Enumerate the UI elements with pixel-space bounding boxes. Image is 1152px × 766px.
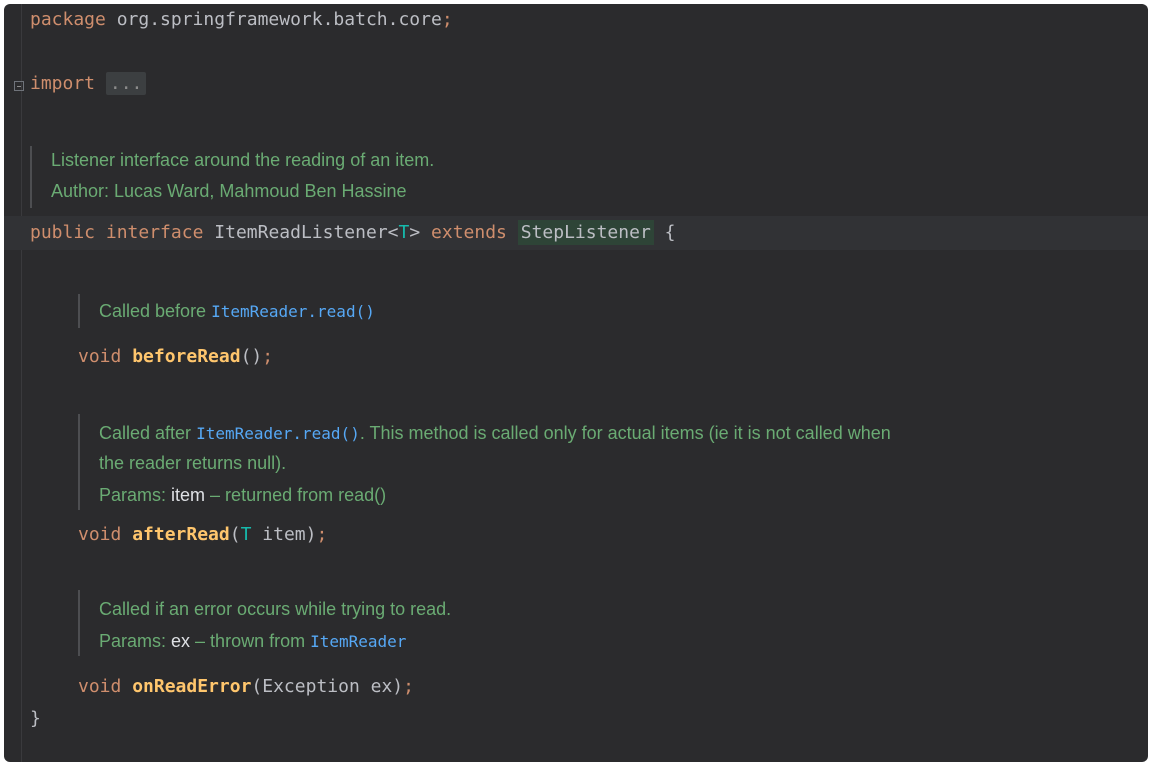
after-read-paren: ( — [229, 524, 241, 545]
interface-keyword: interface — [105, 222, 204, 243]
after-doc-link[interactable]: ItemReader.read() — [196, 424, 360, 443]
void-keyword: void — [78, 524, 122, 545]
before-read-semicolon: ; — [262, 346, 274, 367]
before-read-parens: () — [240, 346, 263, 367]
after-read-method: void afterRead(T item); — [78, 522, 327, 548]
error-params-name: ex — [171, 631, 191, 651]
before-doc-link[interactable]: ItemReader.read() — [211, 302, 375, 321]
error-params-desc: – thrown from — [190, 631, 311, 651]
before-read-name[interactable]: beforeRead — [132, 346, 240, 367]
after-params-label: Params: — [99, 485, 172, 505]
import-fold-placeholder[interactable]: ... — [105, 72, 147, 95]
import-keyword: import — [30, 73, 96, 94]
interface-name: ItemReadListener — [214, 222, 388, 243]
import-line: import ... — [30, 71, 147, 97]
super-interface-name[interactable]: StepListener — [517, 220, 654, 245]
angle-close: > — [409, 222, 421, 243]
error-params-label: Params: — [99, 631, 172, 651]
after-params-name: item — [171, 485, 206, 505]
after-read-name[interactable]: afterRead — [132, 524, 230, 545]
error-doc-link[interactable]: ItemReader — [310, 632, 406, 651]
interface-declaration: public interface ItemReadListener<T> ext… — [30, 220, 675, 246]
after-params-desc: – returned from read() — [205, 485, 387, 505]
package-name: org.springframework.batch.core — [105, 9, 442, 30]
before-doc-text: Called before — [99, 301, 212, 321]
package-keyword: package — [30, 9, 106, 30]
angle-open: < — [387, 222, 399, 243]
class-doc-bar — [30, 146, 32, 208]
type-parameter: T — [398, 222, 410, 243]
error-doc-bar — [78, 590, 80, 656]
before-doc-bar — [78, 294, 80, 328]
on-read-error-name[interactable]: onReadError — [132, 676, 251, 697]
on-read-error-semicolon: ; — [403, 676, 414, 697]
on-read-error-params: (Exception ex) — [251, 676, 404, 697]
error-doc-params: Params: ex – thrown from ItemReader — [99, 628, 406, 655]
after-doc-rest: . This method is called only for actual … — [359, 423, 891, 443]
public-keyword: public — [30, 222, 96, 243]
void-keyword: void — [78, 676, 122, 697]
after-doc-bar — [78, 414, 80, 510]
after-doc-line1: Called after ItemReader.read(). This met… — [99, 420, 891, 447]
gutter-divider — [21, 4, 22, 762]
on-read-error-method: void onReadError(Exception ex); — [78, 674, 414, 700]
after-doc-params: Params: item – returned from read() — [99, 482, 386, 508]
after-doc-line2: the reader returns null). — [99, 453, 287, 473]
after-read-param: item) — [251, 524, 317, 545]
fold-toggle-icon[interactable] — [14, 81, 24, 91]
extends-keyword: extends — [431, 222, 507, 243]
before-read-method: void beforeRead(); — [78, 344, 273, 370]
open-brace: { — [653, 222, 676, 243]
closing-brace: } — [30, 708, 41, 729]
error-doc-line1: Called if an error occurs while trying t… — [99, 599, 452, 619]
class-doc-line2: Author: Lucas Ward, Mahmoud Ben Hassine — [51, 181, 407, 201]
before-doc: Called before ItemReader.read() — [99, 298, 375, 325]
package-semicolon: ; — [441, 9, 453, 30]
after-doc-text: Called after — [99, 423, 197, 443]
code-editor[interactable]: package org.springframework.batch.core; … — [4, 4, 1148, 762]
package-line: package org.springframework.batch.core; — [30, 7, 453, 33]
after-read-semicolon: ; — [316, 524, 328, 545]
after-read-param-type: T — [240, 524, 252, 545]
void-keyword: void — [78, 346, 122, 367]
class-doc-line1: Listener interface around the reading of… — [51, 150, 435, 170]
